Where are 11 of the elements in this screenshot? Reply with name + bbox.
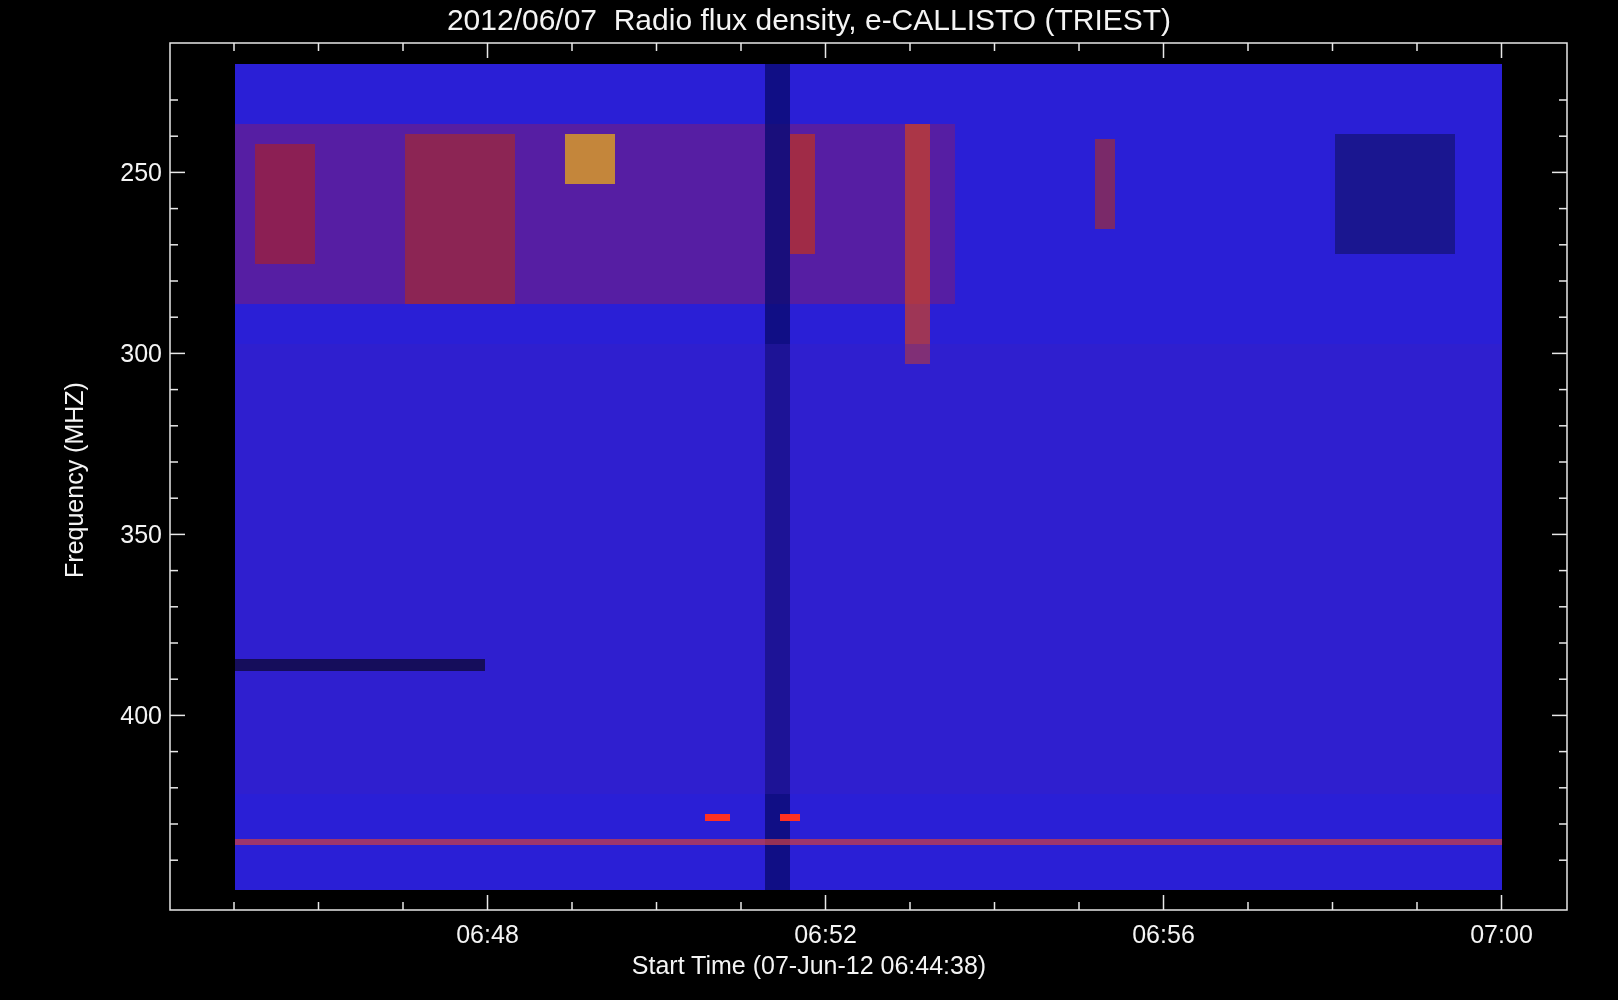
axis-tick-label: 350 [120, 520, 162, 549]
chart-title: 2012/06/07 Radio flux density, e-CALLISTO (TRIEST) [446, 2, 1172, 38]
axis-tick-label: 06:48 [456, 920, 519, 948]
axis-tick-label: 250 [120, 158, 162, 187]
axis-tick-label: 300 [120, 339, 162, 368]
axis-tick-label: 400 [120, 701, 162, 730]
axis-title: Start Time (07-Jun-12 06:44:38) [631, 950, 987, 980]
axis-title: Frequency (MHZ) [60, 382, 88, 578]
axis-tick-label: 06:52 [794, 920, 857, 948]
axis-tick-label: 06:56 [1132, 920, 1195, 948]
axis-tick-label: 07:00 [1470, 920, 1533, 948]
